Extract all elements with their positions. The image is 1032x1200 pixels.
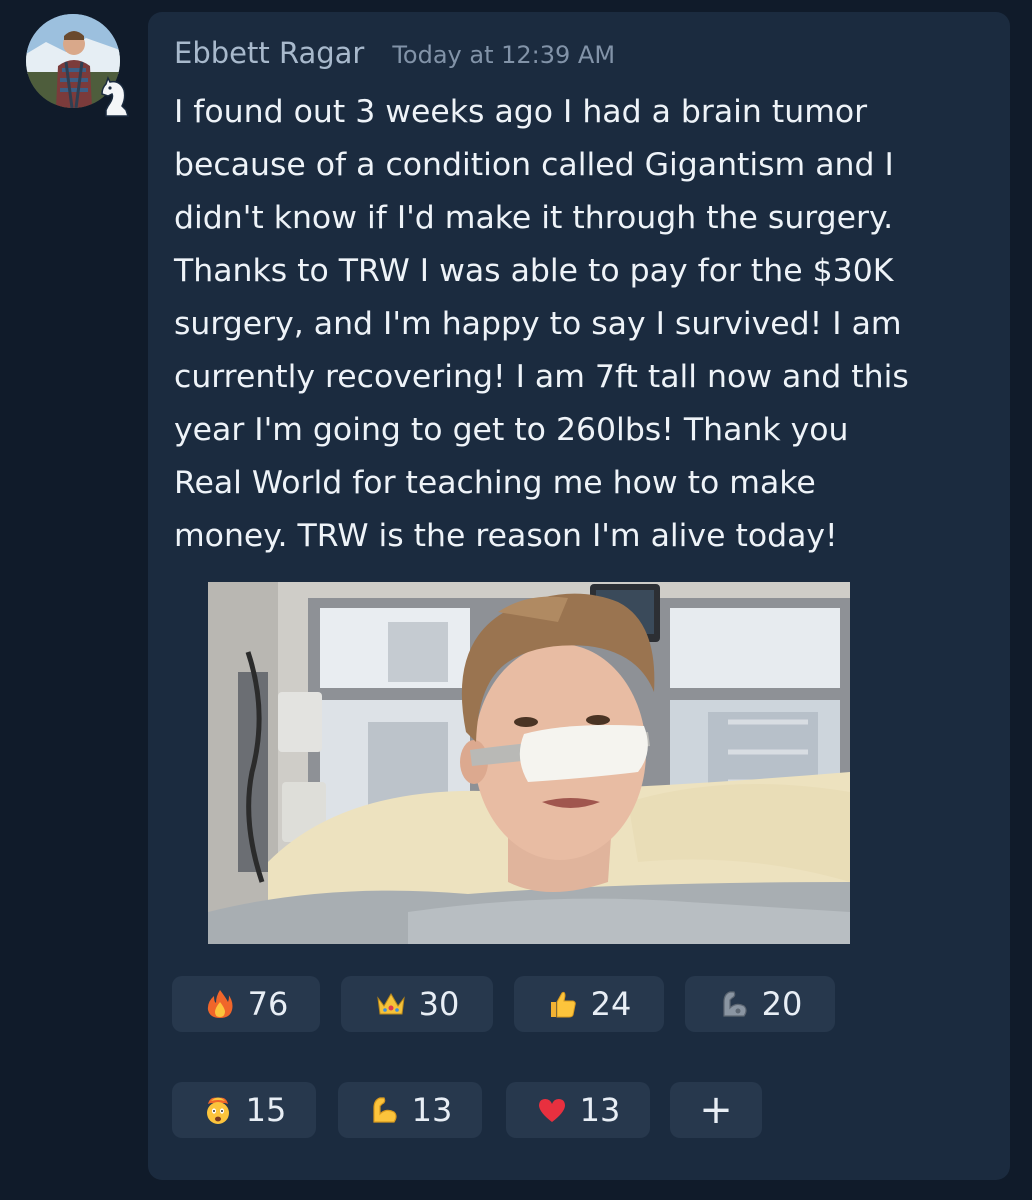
reaction-mechanical-arm-button[interactable]: 20 [685,976,835,1032]
avatar-container[interactable] [24,14,130,117]
reaction-count: 76 [247,985,289,1023]
reaction-fire-button[interactable]: 76 [172,976,320,1032]
author-name[interactable]: Ebbett Ragar [174,36,364,70]
reaction-flexed-biceps-button[interactable]: 13 [338,1082,482,1138]
message-header: Ebbett Ragar Today at 12:39 AM [174,36,615,70]
reaction-count: 15 [245,1091,287,1129]
thumbs-up-icon [547,988,579,1020]
message-line: Real World for teaching me how to make [174,465,816,501]
reaction-count: 24 [590,985,632,1023]
image-attachment[interactable] [208,582,850,944]
chat-view: Ebbett Ragar Today at 12:39 AM I found o… [0,0,1032,1200]
reaction-count: 30 [418,985,460,1023]
reaction-count: 13 [411,1091,453,1129]
fire-icon [204,988,236,1020]
flexed-biceps-icon [368,1094,400,1126]
mechanical-arm-icon [718,988,750,1020]
message-body: I found out 3 weeks ago I had a brain tu… [174,86,994,563]
message-line: because of a condition called Gigantism … [174,147,894,183]
message-line: didn't know if I'd make it through the s… [174,200,894,236]
message-line: surgery, and I'm happy to say I survived… [174,306,902,342]
message-line: I found out 3 weeks ago I had a brain tu… [174,94,868,130]
message-timestamp: Today at 12:39 AM [392,41,616,69]
reaction-exploding-head-button[interactable]: 15 [172,1082,316,1138]
reaction-crown-button[interactable]: 30 [341,976,493,1032]
exploding-head-icon [202,1094,234,1126]
reaction-red-heart-button[interactable]: 13 [506,1082,650,1138]
red-heart-icon [536,1094,568,1126]
add-reaction-button[interactable]: + [670,1082,762,1138]
reaction-thumbs-up-button[interactable]: 24 [514,976,664,1032]
reaction-count: 20 [761,985,803,1023]
message-line: Thanks to TRW I was able to pay for the … [174,253,894,289]
message-line: year I'm going to get to 260lbs! Thank y… [174,412,849,448]
reaction-count: 13 [579,1091,621,1129]
message-line: currently recovering! I am 7ft tall now … [174,359,909,395]
plus-icon: + [699,1087,733,1133]
message-card: Ebbett Ragar Today at 12:39 AM I found o… [148,12,1010,1180]
message-line: money. TRW is the reason I'm alive today… [174,518,838,554]
crown-icon [375,988,407,1020]
knight-chess-icon [96,76,136,120]
hospital-selfie-photo [208,582,850,944]
